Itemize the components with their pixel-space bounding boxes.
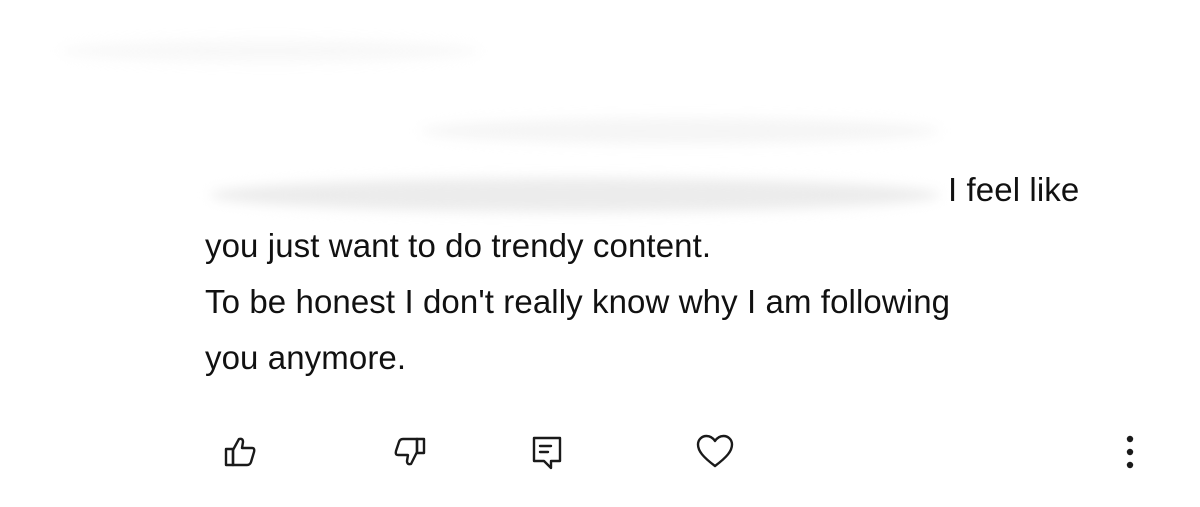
comment-text-line-4: you anymore. (205, 339, 407, 376)
comment-action-bar (0, 420, 1200, 480)
heart-icon (695, 432, 735, 472)
comment-icon (527, 433, 565, 471)
thumbs-up-icon (221, 433, 259, 471)
comment-text-line-3: To be honest I don't really know why I a… (205, 283, 951, 320)
thumbs-down-icon (391, 433, 429, 471)
comment-text-line-2: you just want to do trendy content. (205, 227, 712, 264)
more-options-button[interactable] (1106, 428, 1154, 476)
reply-button[interactable] (522, 428, 570, 476)
heart-button[interactable] (691, 428, 739, 476)
redacted-region (210, 178, 940, 212)
dislike-button[interactable] (386, 428, 434, 476)
comment-text-line-1: I feel like (948, 171, 1080, 208)
redacted-region (60, 40, 480, 62)
comment-card: I feel like you just want to do trendy c… (0, 0, 1200, 507)
like-button[interactable] (216, 428, 264, 476)
redacted-region (420, 118, 940, 144)
vertical-ellipsis-icon (1124, 433, 1136, 471)
